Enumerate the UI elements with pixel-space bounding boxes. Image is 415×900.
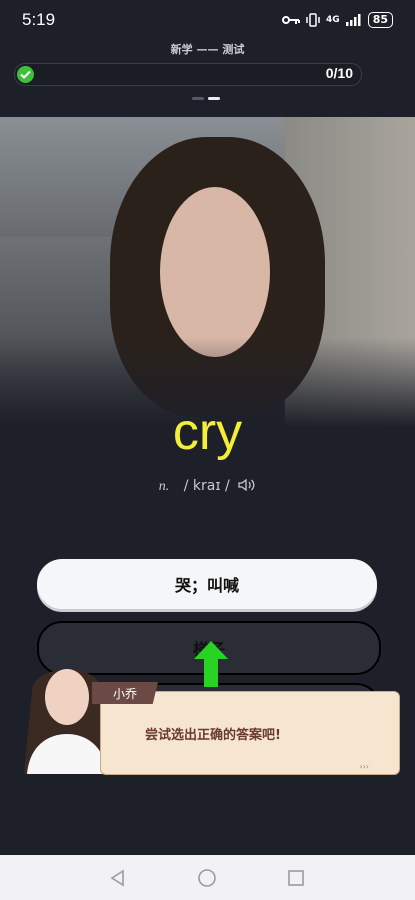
vocab-word: cry: [172, 403, 243, 461]
status-bar: 5:19 4G 85: [0, 0, 415, 40]
page-title: 新学 —— 测试: [170, 43, 245, 56]
speaker-icon[interactable]: [238, 478, 256, 492]
key-icon: [282, 16, 301, 24]
dialog-message: 尝试选出正确的答案吧!: [145, 728, 281, 743]
status-icons: 4G 85: [282, 12, 393, 28]
speaker-name: 小乔: [92, 682, 158, 704]
check-icon: [17, 66, 34, 83]
vibrate-icon: [306, 13, 320, 27]
recents-icon[interactable]: [286, 868, 306, 888]
crying-face: [160, 187, 270, 357]
answer-option[interactable]: 哭；叫喊: [37, 559, 377, 609]
status-time: 5:19: [22, 10, 56, 29]
progress-count: 0/10: [325, 65, 353, 81]
network-label: 4G: [326, 15, 340, 25]
page-indicator: [192, 97, 220, 100]
arrow-up-icon: [194, 641, 228, 687]
battery-icon: 85: [367, 12, 393, 28]
phonetic-text: / kraɪ /: [183, 478, 230, 494]
progress-bar: 0/10: [14, 63, 362, 86]
page-dot-active: [208, 97, 220, 100]
system-nav-bar: [0, 855, 415, 900]
signal-icon: [345, 14, 361, 26]
page-dot: [192, 97, 204, 100]
word-image: [0, 117, 415, 427]
dialog-continue-icon: ›››: [359, 762, 369, 771]
back-icon[interactable]: [108, 868, 128, 888]
part-of-speech: n.: [158, 479, 170, 494]
phonetic-row: n. / kraɪ /: [0, 478, 415, 495]
home-icon[interactable]: [197, 868, 217, 888]
